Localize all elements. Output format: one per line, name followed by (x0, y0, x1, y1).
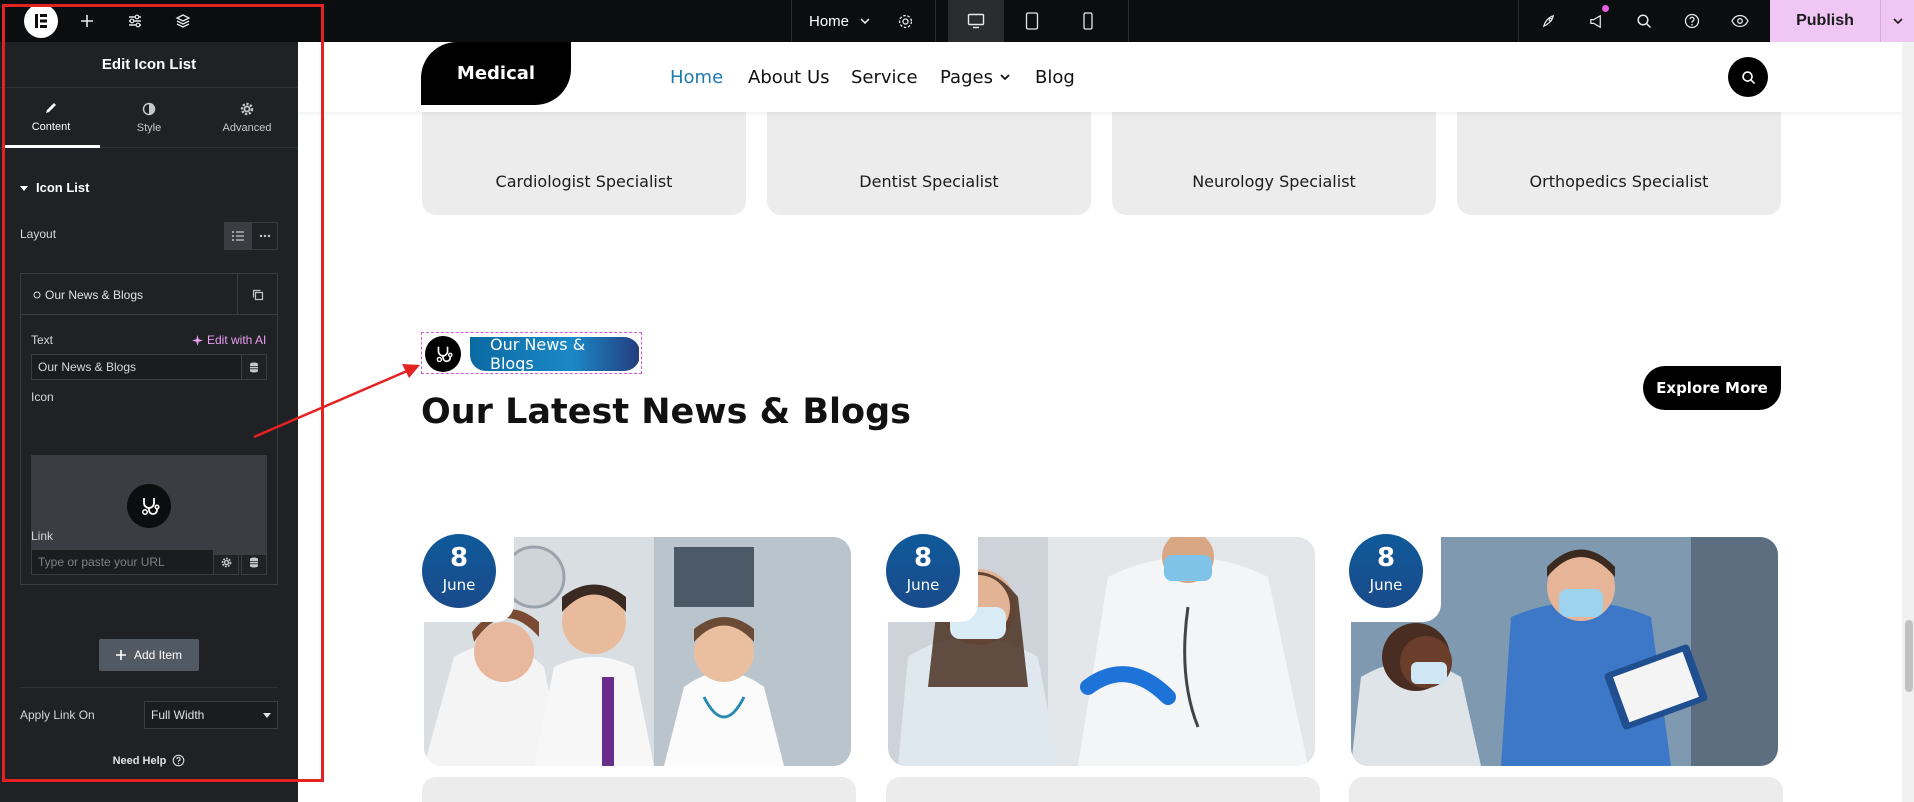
annotation-arrow-icon (253, 364, 420, 439)
